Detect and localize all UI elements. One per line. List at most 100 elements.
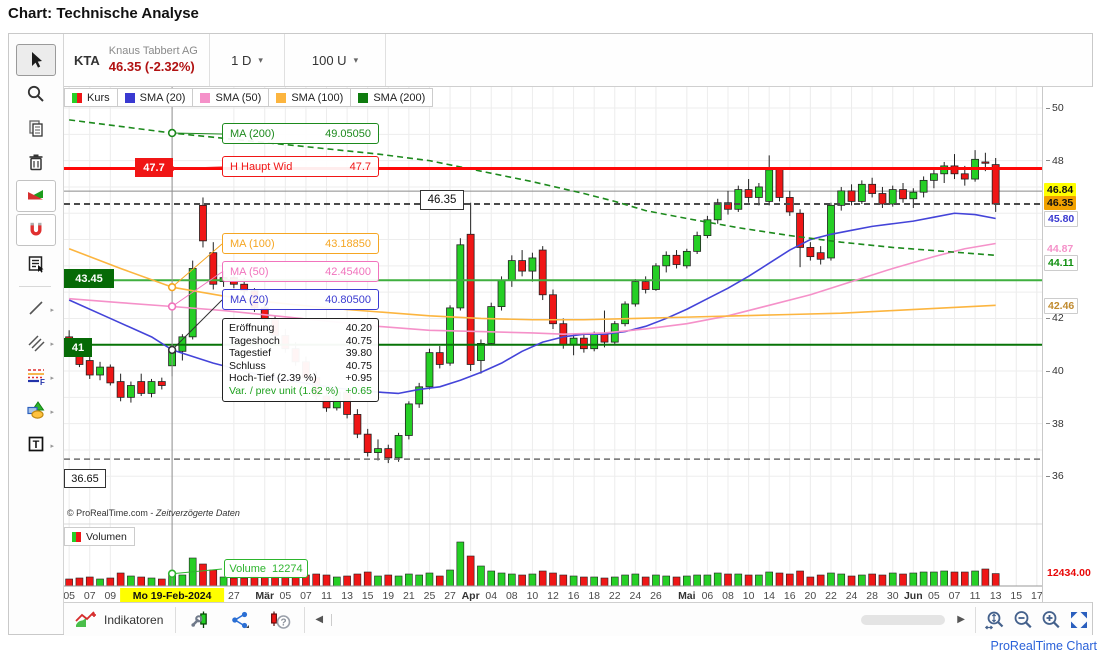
svg-text:T: T	[33, 439, 40, 451]
fullscreen-button[interactable]	[1066, 607, 1092, 633]
svg-text:14: 14	[763, 590, 775, 602]
legend-item-kurs[interactable]: Kurs	[64, 88, 118, 107]
proRealTime-chart-window: Chart: Technische Analyse	[0, 0, 1101, 659]
prorealtime-link[interactable]: ProRealTime Chart	[990, 639, 1097, 653]
list-pointer-icon	[26, 254, 46, 274]
price-style-tool-button[interactable]	[16, 180, 56, 212]
horizontal-scrollbar[interactable]	[861, 615, 945, 625]
zoom-out-button[interactable]	[1010, 607, 1036, 633]
ma100-label-box[interactable]: MA (100)43.18850	[222, 233, 379, 254]
ma-label: MA (200)	[230, 128, 275, 140]
watchlist-tool-button[interactable]	[16, 248, 56, 280]
indicators-icon	[74, 610, 98, 629]
line-tool-button[interactable]: ▸	[16, 292, 56, 324]
timeframe-value: 1 D	[231, 53, 251, 68]
support-upper-price-badge[interactable]: 43.45	[64, 269, 114, 288]
axis-tick-label: 48	[1046, 155, 1064, 167]
scroll-right-button[interactable]: ▶	[951, 614, 971, 625]
svg-text:Mo 19-Feb-2024: Mo 19-Feb-2024	[133, 590, 212, 602]
svg-text:11: 11	[321, 590, 332, 602]
svg-text:12: 12	[547, 590, 559, 602]
trendline-icon	[26, 298, 46, 318]
instrument-cell[interactable]: KTA Knaus Tabbert AG 46.35 (-2.32%)	[64, 34, 210, 86]
svg-text:07: 07	[84, 590, 96, 602]
tooltip-label: Var. / prev unit (1.62 %)	[229, 385, 339, 398]
zoom-fit-icon	[984, 609, 1006, 631]
units-dropdown[interactable]: 100 U ▾	[285, 34, 386, 86]
svg-text:27: 27	[444, 590, 456, 602]
svg-text:13: 13	[341, 590, 353, 602]
delete-tool-button[interactable]	[16, 146, 56, 178]
svg-text:Mär: Mär	[255, 590, 274, 602]
sma200-swatch-icon	[358, 93, 368, 103]
tooltip-value: +0.65	[345, 385, 372, 398]
plot-area[interactable]: 0507092705071113151921252704081012161822…	[64, 87, 1042, 602]
zoom-in-button[interactable]	[1038, 607, 1064, 633]
legend-label: SMA (200)	[373, 92, 425, 104]
axis-sma20-label: 45.80	[1044, 211, 1078, 227]
copyright-note: © ProRealTime.com - Zeitverzögerte Daten	[67, 508, 240, 518]
svg-text:08: 08	[722, 590, 734, 602]
bottom-toolbar-right-group: ▶	[861, 607, 1092, 633]
shapes-tool-button[interactable]: ▸	[16, 394, 56, 426]
flyout-arrow-icon: ▸	[50, 408, 54, 416]
price-volume-chart: 0507092705071113151921252704081012161822…	[64, 87, 1042, 602]
ma20-label-box[interactable]: MA (20)40.80500	[222, 289, 379, 310]
svg-text:F: F	[40, 378, 45, 386]
svg-text:05: 05	[928, 590, 940, 602]
toolbar-divider	[975, 607, 976, 633]
duplicate-tool-button[interactable]	[16, 112, 56, 144]
chart-row: 0507092705071113151921252704081012161822…	[64, 87, 1092, 602]
resistance-label-box[interactable]: H Haupt Wid47.7	[222, 156, 379, 177]
support-lower-price-badge[interactable]: 41	[64, 338, 92, 357]
ohlc-tooltip: Eröffnung40.20 Tageshoch40.75 Tagestief3…	[222, 318, 379, 402]
share-button[interactable]	[222, 607, 258, 633]
svg-text:07: 07	[300, 590, 312, 602]
toolbar-divider	[331, 614, 332, 626]
indicators-button[interactable]: Indikatoren	[66, 607, 171, 633]
svg-text:?: ?	[281, 617, 287, 628]
ma-label: MA (50)	[230, 266, 269, 278]
chart-panel: ▸ ▸ F ▸ ▸ T ▸ KTA	[8, 33, 1093, 635]
fibonacci-tool-button[interactable]: F ▸	[16, 360, 56, 392]
tooltip-value: +0.95	[345, 372, 372, 385]
axis-volume-label: 12434.00	[1044, 566, 1094, 580]
candlestick-style-icon	[25, 186, 47, 206]
text-tool-button[interactable]: T ▸	[16, 428, 56, 460]
legend-label: Volumen	[86, 531, 127, 543]
chart-main-area: KTA Knaus Tabbert AG 46.35 (-2.32%) 1 D …	[64, 34, 1092, 634]
flyout-arrow-icon: ▸	[50, 340, 54, 348]
help-button[interactable]: ?	[260, 607, 300, 633]
legend-item-sma200[interactable]: SMA (200)	[351, 88, 433, 107]
parallel-lines-tool-button[interactable]: ▸	[16, 326, 56, 358]
legend-label: SMA (20)	[140, 92, 186, 104]
legend-item-sma50[interactable]: SMA (50)	[193, 88, 269, 107]
legend-item-sma20[interactable]: SMA (20)	[118, 88, 194, 107]
svg-text:15: 15	[1010, 590, 1022, 602]
timeframe-dropdown[interactable]: 1 D ▾	[210, 34, 285, 86]
axis-tick-label: 36	[1046, 470, 1064, 482]
legend-item-volumen[interactable]: Volumen	[64, 527, 135, 546]
ma50-label-box[interactable]: MA (50)42.45400	[222, 261, 379, 282]
ma200-label-box[interactable]: MA (200)49.05050	[222, 123, 379, 144]
svg-text:21: 21	[403, 590, 415, 602]
tooltip-value: 40.20	[346, 322, 372, 335]
indicators-label: Indikatoren	[104, 613, 163, 627]
magnet-tool-button[interactable]	[16, 214, 56, 246]
line-label: H Haupt Wid	[230, 161, 292, 173]
page-title: Chart: Technische Analyse	[8, 5, 199, 22]
scroll-left-button[interactable]: ◀	[309, 614, 329, 625]
zoom-tool-button[interactable]	[16, 78, 56, 110]
zoom-fit-button[interactable]	[982, 607, 1008, 633]
legend-label: Kurs	[87, 92, 110, 104]
axis-last-price-label: 46.35	[1044, 196, 1076, 210]
chart-settings-button[interactable]	[182, 607, 220, 633]
toolbar-divider	[304, 607, 305, 633]
tooltip-label: Tageshoch	[229, 335, 280, 348]
dashed-level-price-badge[interactable]: 36.65	[64, 469, 106, 488]
svg-text:13: 13	[990, 590, 1002, 602]
legend-item-sma100[interactable]: SMA (100)	[269, 88, 351, 107]
resistance-price-badge[interactable]: 47.7	[135, 158, 173, 177]
cursor-tool-button[interactable]	[16, 44, 56, 76]
price-axis[interactable]: 504846.8446.3545.8044.8744.1142.46424038…	[1042, 87, 1096, 602]
